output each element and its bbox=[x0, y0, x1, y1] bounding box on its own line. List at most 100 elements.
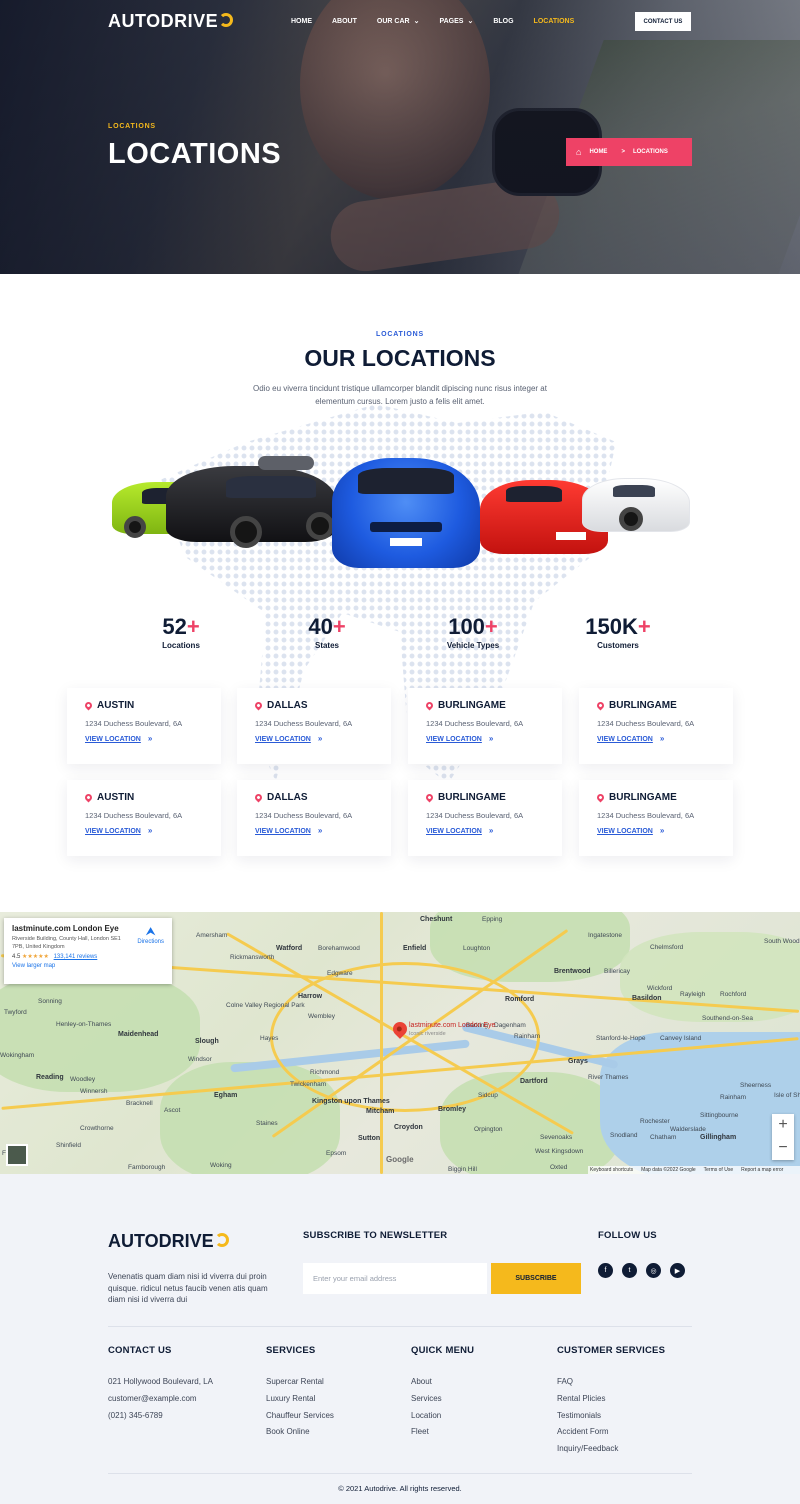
contact-us-button[interactable]: CONTACT US bbox=[635, 12, 691, 31]
footer-divider bbox=[108, 1326, 692, 1327]
footer-link[interactable]: Services bbox=[411, 1391, 442, 1408]
footer-link[interactable]: customer@example.com bbox=[108, 1391, 213, 1408]
locations-section: LOCATIONS OUR LOCATIONS Odio eu viverra … bbox=[0, 274, 800, 912]
zoom-in-button[interactable]: + bbox=[772, 1114, 794, 1137]
footer-link[interactable]: Luxury Rental bbox=[266, 1391, 334, 1408]
card-city: BURLINGAME bbox=[609, 700, 677, 711]
footer-link[interactable]: (021) 345-6789 bbox=[108, 1408, 213, 1425]
directions-button[interactable]: ⮝ Directions bbox=[137, 924, 164, 945]
footer-link[interactable]: Book Online bbox=[266, 1424, 334, 1441]
map-place-label: Colne Valley Regional Park bbox=[226, 1002, 305, 1009]
map-place-label: Rayleigh bbox=[680, 991, 706, 998]
star-rating-icon: ★★★★★ bbox=[22, 954, 49, 960]
view-location-link[interactable]: VIEW LOCATION bbox=[597, 828, 653, 835]
map-place-label: Rickmansworth bbox=[230, 954, 275, 961]
double-chevron-right-icon: » bbox=[488, 826, 494, 835]
map-place-label: Isle of Sheppey bbox=[774, 1092, 800, 1099]
nav-home[interactable]: HOME bbox=[291, 17, 312, 25]
view-location-link[interactable]: VIEW LOCATION bbox=[255, 736, 311, 743]
footer-column-links: About Services Location Fleet bbox=[411, 1374, 442, 1441]
location-card: DALLAS 1234 Duchess Boulevard, 6A VIEW LOC… bbox=[237, 780, 391, 856]
footer-link[interactable]: Accident Form bbox=[557, 1424, 618, 1441]
terms-link[interactable]: Terms of Use bbox=[704, 1167, 733, 1173]
stat-states: 40+ States bbox=[308, 614, 346, 650]
card-city: DALLAS bbox=[267, 700, 308, 711]
footer-link[interactable]: FAQ bbox=[557, 1374, 618, 1391]
cars-illustration bbox=[108, 452, 692, 574]
card-address: 1234 Duchess Boulevard, 6A bbox=[426, 719, 524, 728]
nav-blog[interactable]: BLOG bbox=[493, 17, 513, 25]
footer-link[interactable]: 021 Hollywood Boulevard, LA bbox=[108, 1374, 213, 1391]
youtube-icon[interactable]: ▶ bbox=[670, 1263, 685, 1278]
map-place-label: Gillingham bbox=[700, 1134, 737, 1141]
map-place-label: South Woodham Ferrers bbox=[764, 938, 800, 945]
place-address: Riverside Building, County Hall, London … bbox=[12, 936, 121, 950]
page-title: LOCATIONS bbox=[108, 138, 282, 170]
nav-about[interactable]: ABOUT bbox=[332, 17, 357, 25]
view-location-link[interactable]: VIEW LOCATION bbox=[426, 828, 482, 835]
embedded-map[interactable]: Cheshunt Epping Watford Borehamwood Enfield L… bbox=[0, 912, 800, 1174]
map-place-label: Sidcup bbox=[478, 1092, 498, 1099]
map-place-label: Richmond bbox=[310, 1069, 340, 1076]
section-description: Odio eu viverra tincidunt tristique ulla… bbox=[253, 384, 547, 406]
footer-link[interactable]: Fleet bbox=[411, 1424, 442, 1441]
footer-link[interactable]: Inquiry/Feedback bbox=[557, 1441, 618, 1458]
follow-us-title: FOLLOW US bbox=[598, 1230, 657, 1241]
footer-link[interactable]: Supercar Rental bbox=[266, 1374, 334, 1391]
nav-pages[interactable]: PAGES ⌄ bbox=[439, 17, 473, 26]
map-place-label: Oxted bbox=[550, 1164, 568, 1171]
view-location-link[interactable]: VIEW LOCATION bbox=[85, 736, 141, 743]
map-place-label: Staines bbox=[256, 1120, 278, 1127]
view-location-link[interactable]: VIEW LOCATION bbox=[597, 736, 653, 743]
map-place-label: Bromley bbox=[438, 1106, 467, 1113]
footer-logo[interactable]: AUTODRIVE bbox=[108, 1231, 229, 1252]
location-card: BURLINGAME 1234 Duchess Boulevard, 6A VIEW… bbox=[408, 780, 562, 856]
footer-divider bbox=[108, 1473, 692, 1474]
footer-link[interactable]: Chauffeur Services bbox=[266, 1408, 334, 1425]
twitter-icon[interactable]: t bbox=[622, 1263, 637, 1278]
footer-link[interactable]: About bbox=[411, 1374, 442, 1391]
map-place-label: Grays bbox=[568, 1058, 588, 1065]
map-pin-icon bbox=[83, 792, 94, 803]
reviews-link[interactable]: 133,141 reviews bbox=[54, 954, 98, 960]
view-location-link[interactable]: VIEW LOCATION bbox=[255, 828, 311, 835]
map-place-label: Twickenham bbox=[290, 1081, 327, 1088]
location-card: AUSTIN 1234 Duchess Boulevard, 6A VIEW LOC… bbox=[67, 688, 221, 764]
location-card: BURLINGAME 1234 Duchess Boulevard, 6A VIEW… bbox=[579, 688, 733, 764]
footer-link[interactable]: Rental Plicies bbox=[557, 1391, 618, 1408]
map-pin-icon bbox=[424, 700, 435, 711]
keyboard-shortcuts-link[interactable]: Keyboard shortcuts bbox=[590, 1167, 633, 1173]
nav-locations[interactable]: LOCATIONS bbox=[534, 17, 575, 25]
map-pin-icon bbox=[253, 700, 264, 711]
card-city: BURLINGAME bbox=[609, 792, 677, 803]
logo-gauge-icon bbox=[214, 1233, 229, 1248]
newsletter-email-input[interactable] bbox=[303, 1263, 487, 1294]
breadcrumb-home-link[interactable]: HOME bbox=[589, 149, 607, 155]
view-location-link[interactable]: VIEW LOCATION bbox=[426, 736, 482, 743]
view-larger-map-link[interactable]: View larger map bbox=[12, 963, 164, 969]
site-logo[interactable]: AUTODRIVE bbox=[108, 11, 234, 32]
footer-column-title: SERVICES bbox=[266, 1345, 316, 1356]
zoom-out-button[interactable]: − bbox=[772, 1137, 794, 1160]
view-location-link[interactable]: VIEW LOCATION bbox=[85, 828, 141, 835]
report-map-error-link[interactable]: Report a map error bbox=[741, 1167, 783, 1173]
card-address: 1234 Duchess Boulevard, 6A bbox=[255, 811, 353, 820]
map-place-label: Dagenham bbox=[494, 1022, 526, 1029]
double-chevron-right-icon: » bbox=[317, 734, 323, 743]
footer-link[interactable]: Location bbox=[411, 1408, 442, 1425]
satellite-toggle[interactable] bbox=[6, 1144, 28, 1166]
footer-link[interactable]: Testimonials bbox=[557, 1408, 618, 1425]
map-zoom-controls: + − bbox=[772, 1114, 794, 1160]
subscribe-button[interactable]: SUBSCRIBE bbox=[491, 1263, 581, 1294]
map-place-label: Sonning bbox=[38, 998, 62, 1005]
map-place-label: Reading bbox=[36, 1074, 64, 1081]
map-place-label: Egham bbox=[214, 1092, 238, 1099]
card-address: 1234 Duchess Boulevard, 6A bbox=[597, 811, 695, 820]
instagram-icon[interactable]: ◎ bbox=[646, 1263, 661, 1278]
facebook-icon[interactable]: f bbox=[598, 1263, 613, 1278]
map-place-label: Edgware bbox=[327, 970, 353, 977]
double-chevron-right-icon: » bbox=[488, 734, 494, 743]
map-place-label: Snodland bbox=[610, 1132, 638, 1139]
map-place-label: Chelmsford bbox=[650, 944, 684, 951]
nav-our-car[interactable]: OUR CAR ⌄ bbox=[377, 17, 420, 26]
